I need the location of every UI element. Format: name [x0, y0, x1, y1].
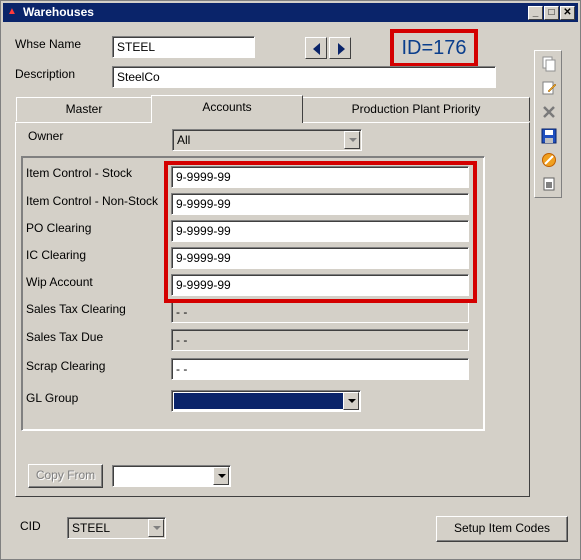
- chevron-down-icon[interactable]: [148, 519, 164, 537]
- tab-production-plant-priority-label: Production Plant Priority: [351, 102, 481, 116]
- tab-master-label: Master: [65, 102, 103, 116]
- cancel-record-button[interactable]: [538, 149, 560, 171]
- item-control-stock-field[interactable]: 9-9999-99: [171, 166, 469, 188]
- copy-from-button[interactable]: Copy From: [28, 464, 103, 488]
- sales-tax-clearing-field[interactable]: - -: [171, 301, 469, 323]
- save-record-button[interactable]: [538, 125, 560, 147]
- owner-select[interactable]: All: [172, 129, 362, 151]
- print-icon: [543, 177, 555, 191]
- po-clearing-field[interactable]: 9-9999-99: [171, 220, 469, 242]
- cid-select[interactable]: STEEL: [67, 517, 166, 539]
- scrap-clearing-label: Scrap Clearing: [26, 359, 106, 373]
- cancel-icon: [542, 153, 556, 167]
- item-control-non-stock-field[interactable]: 9-9999-99: [171, 193, 469, 215]
- previous-record-button[interactable]: [305, 37, 327, 59]
- record-id-display: ID=176: [390, 29, 478, 67]
- delete-icon: [543, 106, 555, 118]
- record-toolbar: [534, 50, 562, 198]
- title-bar[interactable]: ▲ Warehouses _ □ ✕: [3, 3, 578, 22]
- copy-from-button-label: Copy From: [35, 468, 96, 482]
- window-title: Warehouses: [23, 5, 94, 19]
- copy-icon: [542, 56, 556, 72]
- chevron-down-icon[interactable]: [343, 392, 359, 410]
- tab-accounts[interactable]: Accounts: [151, 95, 303, 123]
- tab-accounts-label: Accounts: [202, 100, 252, 114]
- minimize-button[interactable]: _: [528, 6, 543, 20]
- owner-select-value: All: [177, 133, 191, 147]
- wip-account-label: Wip Account: [26, 275, 93, 289]
- sales-tax-clearing-label: Sales Tax Clearing: [26, 302, 126, 316]
- description-field[interactable]: SteelCo: [112, 66, 496, 88]
- setup-item-codes-button[interactable]: Setup Item Codes: [436, 516, 568, 542]
- edit-icon: [542, 81, 557, 95]
- arrow-left-icon: [313, 43, 320, 55]
- app-icon: ▲: [7, 6, 17, 17]
- gl-group-select[interactable]: [171, 390, 361, 412]
- arrow-right-icon: [338, 43, 345, 55]
- delete-record-button[interactable]: [538, 101, 560, 123]
- gl-group-selection: [174, 393, 343, 409]
- sales-tax-due-label: Sales Tax Due: [26, 330, 104, 344]
- close-button[interactable]: ✕: [560, 6, 575, 20]
- tab-master[interactable]: Master: [16, 97, 152, 121]
- wip-account-field[interactable]: 9-9999-99: [171, 274, 469, 296]
- ic-clearing-field[interactable]: 9-9999-99: [171, 247, 469, 269]
- description-label: Description: [15, 67, 76, 81]
- item-control-stock-label: Item Control - Stock: [26, 166, 133, 180]
- warehouses-window: ▲ Warehouses _ □ ✕ Whse Name STEEL ID=17…: [0, 0, 581, 560]
- tab-production-plant-priority[interactable]: Production Plant Priority: [302, 97, 530, 121]
- cid-label: CID: [20, 519, 41, 533]
- whse-name-label: Whse Name: [15, 37, 82, 51]
- save-icon: [541, 128, 557, 144]
- whse-name-field[interactable]: STEEL: [112, 36, 255, 58]
- next-record-button[interactable]: [329, 37, 351, 59]
- ic-clearing-label: IC Clearing: [26, 248, 87, 262]
- setup-item-codes-label: Setup Item Codes: [453, 521, 551, 535]
- print-record-button[interactable]: [538, 173, 560, 195]
- copy-from-select[interactable]: [112, 465, 231, 487]
- edit-record-button[interactable]: [538, 77, 560, 99]
- cid-value: STEEL: [72, 521, 111, 535]
- gl-group-label: GL Group: [26, 391, 79, 405]
- owner-label: Owner: [28, 129, 64, 143]
- item-control-non-stock-label: Item Control - Non-Stock: [26, 194, 159, 208]
- chevron-down-icon[interactable]: [213, 467, 229, 485]
- chevron-down-icon[interactable]: [344, 131, 360, 149]
- copy-record-button[interactable]: [538, 53, 560, 75]
- po-clearing-label: PO Clearing: [26, 221, 92, 235]
- scrap-clearing-field[interactable]: - -: [171, 358, 469, 380]
- maximize-button[interactable]: □: [544, 6, 559, 20]
- sales-tax-due-field[interactable]: - -: [171, 329, 469, 351]
